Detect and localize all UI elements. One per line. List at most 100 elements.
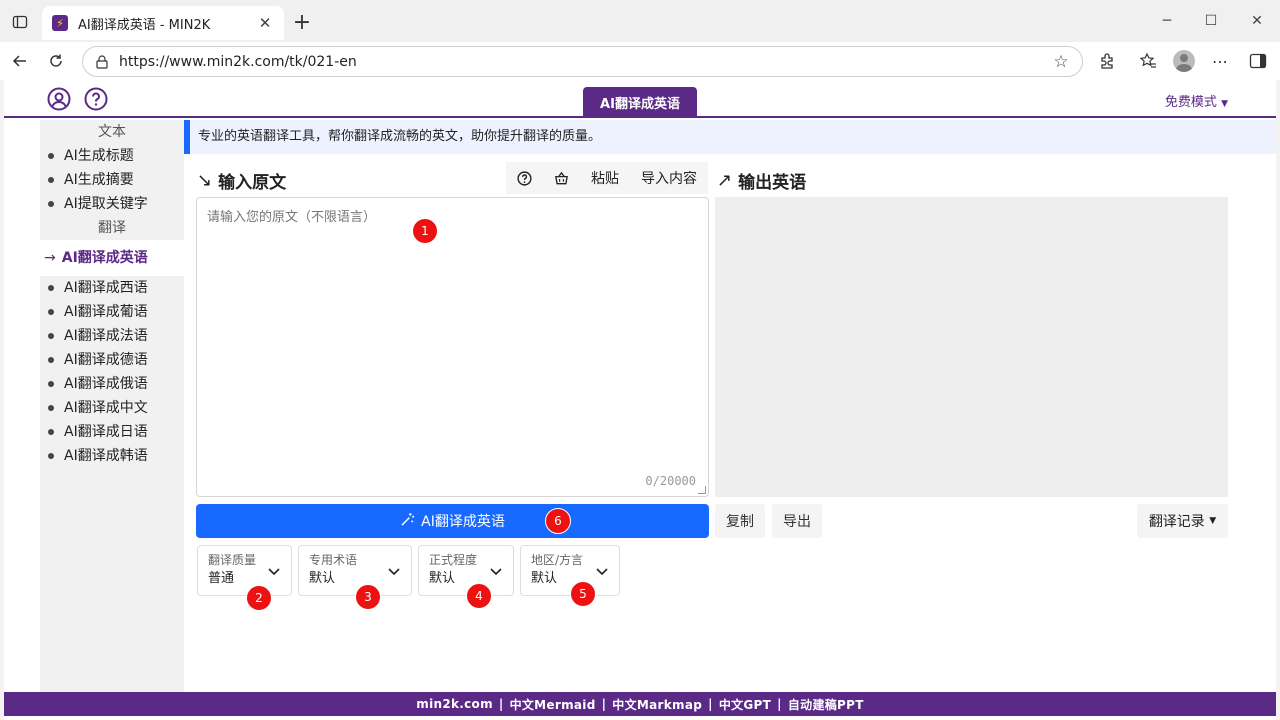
input-section-title: ↘ 输入原文 <box>197 168 286 193</box>
footer-link-home[interactable]: min2k.com <box>416 697 493 711</box>
resize-handle-icon[interactable] <box>698 486 706 494</box>
translate-button-label: AI翻译成英语 <box>421 514 505 530</box>
active-tool-tab[interactable]: AI翻译成英语 <box>583 87 697 118</box>
sidebar-item-label: AI生成摘要 <box>64 172 134 188</box>
output-section-title: ↗ 输出英语 <box>717 168 806 193</box>
footer-link-mermaid[interactable]: 中文Mermaid <box>510 696 596 713</box>
maximize-icon[interactable]: ☐ <box>1196 8 1226 34</box>
sidebar-item-label: AI提取关键字 <box>64 196 148 212</box>
sidebar-item[interactable]: AI翻译成中文 <box>40 396 184 420</box>
history-dropdown[interactable]: 翻译记录 ▼ <box>1137 504 1228 538</box>
sidebar-group-translate: 翻译 <box>98 220 126 236</box>
translate-button[interactable]: AI翻译成英语 <box>196 504 709 538</box>
paste-button[interactable]: 粘贴 <box>580 162 630 194</box>
annotation-badge: 2 <box>246 585 272 611</box>
sidebar-item-label: AI翻译成英语 <box>61 250 148 266</box>
sidebar-item-label: AI翻译成俄语 <box>64 376 148 392</box>
favorite-star-icon[interactable]: ☆ <box>1052 52 1070 72</box>
output-title-text: 输出英语 <box>738 173 807 193</box>
close-tab-icon[interactable]: ✕ <box>256 14 274 32</box>
bullet-icon <box>48 201 54 207</box>
bullet-icon <box>48 153 54 159</box>
sidebar-item[interactable]: AI翻译成俄语 <box>40 372 184 396</box>
sidebar-toggle-icon[interactable] <box>1246 50 1270 72</box>
sidebar-item[interactable]: AI翻译成日语 <box>40 420 184 444</box>
back-icon[interactable] <box>7 49 33 73</box>
bullet-icon <box>48 429 54 435</box>
info-banner: 专业的英语翻译工具，帮你翻译成流畅的英文，助你提升翻译的质量。 <box>184 120 1276 154</box>
sidebar-item-label: AI翻译成西语 <box>64 280 148 296</box>
more-options-icon[interactable]: ⋯ <box>1208 50 1232 72</box>
sidebar-item-active[interactable]: → AI翻译成英语 <box>40 240 192 276</box>
browser-tab[interactable]: ⚡ AI翻译成英语 - MIN2K ✕ <box>42 6 284 40</box>
address-bar: https://www.min2k.com/tk/021-en ☆ ⋯ <box>0 42 1280 80</box>
favorites-icon[interactable] <box>1136 50 1160 72</box>
copy-button[interactable]: 复制 <box>715 504 765 538</box>
tab-title: AI翻译成英语 - MIN2K <box>78 17 211 33</box>
reload-icon[interactable] <box>43 49 69 73</box>
terminology-select[interactable]: 专用术语 默认 <box>298 545 412 596</box>
site-favicon-icon: ⚡ <box>52 15 68 31</box>
clear-button[interactable] <box>542 162 580 194</box>
sidebar-item[interactable]: AI提取关键字 <box>40 192 184 216</box>
char-counter: 0/20000 <box>645 474 696 488</box>
output-text-area <box>715 197 1228 497</box>
sidebar-item[interactable]: AI生成摘要 <box>40 168 184 192</box>
user-account-icon[interactable] <box>47 87 71 111</box>
browser-tab-bar: ⚡ AI翻译成英语 - MIN2K ✕ + ─ ☐ ✕ <box>0 0 1280 42</box>
input-title-text: 输入原文 <box>218 173 287 193</box>
chevron-down-icon <box>388 568 400 576</box>
bullet-icon <box>48 453 54 459</box>
sidebar-item[interactable]: AI翻译成韩语 <box>40 444 184 468</box>
input-toolbar: 粘贴 导入内容 <box>506 162 708 194</box>
free-mode-label: 免费模式 <box>1164 95 1217 110</box>
bullet-icon <box>48 405 54 411</box>
quality-select[interactable]: 翻译质量 普通 <box>197 545 292 596</box>
url-text: https://www.min2k.com/tk/021-en <box>119 53 357 70</box>
sidebar-item-label: AI翻译成法语 <box>64 328 148 344</box>
sidebar-item[interactable]: AI翻译成西语 <box>40 276 184 300</box>
sidebar-item[interactable]: AI翻译成法语 <box>40 324 184 348</box>
footer-separator: | <box>777 697 782 711</box>
sidebar-item[interactable]: AI翻译成德语 <box>40 348 184 372</box>
tab-actions-icon[interactable] <box>8 10 32 34</box>
basket-icon <box>554 171 568 184</box>
close-window-icon[interactable]: ✕ <box>1242 8 1272 34</box>
sidebar-item-label: AI翻译成韩语 <box>64 448 148 464</box>
help-icon[interactable] <box>84 87 108 111</box>
sidebar-item[interactable]: AI生成标题 <box>40 144 184 168</box>
profile-avatar-icon[interactable] <box>1172 50 1196 72</box>
bullet-icon <box>48 357 54 363</box>
footer-link-ppt[interactable]: 自动建稿PPT <box>788 696 864 713</box>
source-text-box: 0/20000 <box>196 197 709 497</box>
sidebar-item[interactable]: AI翻译成葡语 <box>40 300 184 324</box>
annotation-badge: 5 <box>570 581 596 607</box>
source-textarea[interactable] <box>197 198 708 496</box>
caret-down-icon: ▼ <box>1209 516 1217 526</box>
footer: min2k.com | 中文Mermaid | 中文Markmap | 中文GP… <box>4 692 1276 716</box>
export-button[interactable]: 导出 <box>772 504 822 538</box>
footer-separator: | <box>498 697 504 711</box>
sidebar-item-label: AI翻译成葡语 <box>64 304 148 320</box>
caret-down-icon: ▼ <box>1221 99 1228 109</box>
annotation-badge: 6 <box>545 508 571 534</box>
bullet-icon <box>48 309 54 315</box>
help-button[interactable] <box>506 162 542 194</box>
import-button[interactable]: 导入内容 <box>630 162 708 194</box>
magic-wand-icon <box>400 512 415 531</box>
minimize-icon[interactable]: ─ <box>1152 8 1182 34</box>
new-tab-icon[interactable]: + <box>290 10 314 35</box>
formality-select[interactable]: 正式程度 默认 <box>418 545 514 596</box>
sidebar-item-label: AI生成标题 <box>64 148 134 164</box>
footer-link-markmap[interactable]: 中文Markmap <box>612 696 702 713</box>
extensions-icon[interactable] <box>1095 50 1119 72</box>
arrow-right-icon: → <box>44 250 56 266</box>
bullet-icon <box>48 381 54 387</box>
free-mode-dropdown[interactable]: 免费模式 ▼ <box>1165 91 1228 110</box>
footer-link-gpt[interactable]: 中文GPT <box>719 696 771 713</box>
url-field[interactable]: https://www.min2k.com/tk/021-en ☆ <box>82 46 1083 77</box>
lock-icon <box>95 54 109 69</box>
bullet-icon <box>48 177 54 183</box>
sidebar-item-label: AI翻译成日语 <box>64 424 148 440</box>
sidebar: 文本 AI生成标题 AI生成摘要 AI提取关键字 翻译 → AI翻译成英语 AI翻… <box>40 120 192 692</box>
